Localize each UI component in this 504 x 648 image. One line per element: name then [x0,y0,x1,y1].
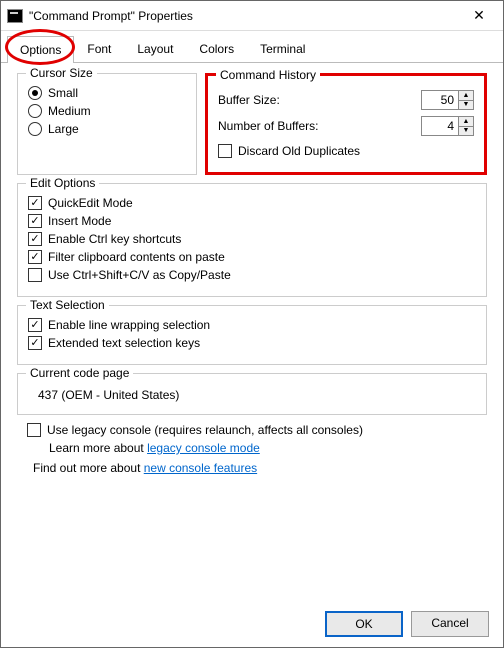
cancel-button[interactable]: Cancel [411,611,489,637]
ctrlshift-checkbox[interactable] [28,268,42,282]
titlebar: "Command Prompt" Properties ✕ [1,1,503,31]
tab-colors[interactable]: Colors [186,35,247,62]
codepage-legend: Current code page [26,366,133,380]
discard-duplicates-label: Discard Old Duplicates [238,144,360,158]
quickedit-label: QuickEdit Mode [48,196,133,210]
findout-link[interactable]: new console features [144,461,257,475]
radio-large-label: Large [48,122,79,136]
edit-options-legend: Edit Options [26,176,99,190]
window-title: "Command Prompt" Properties [29,9,461,23]
num-buffers-spinner[interactable]: ▲ ▼ [421,116,474,136]
num-buffers-input[interactable] [422,117,458,135]
command-history-group: Command History Buffer Size: ▲ ▼ Number … [205,73,487,175]
buffer-size-label: Buffer Size: [218,93,280,107]
edit-options-group: Edit Options ✓QuickEdit Mode ✓Insert Mod… [17,183,487,297]
legacy-block: Use legacy console (requires relaunch, a… [27,423,487,455]
radio-small-label: Small [48,86,78,100]
discard-duplicates-checkbox[interactable] [218,144,232,158]
linewrap-checkbox[interactable]: ✓ [28,318,42,332]
legacy-learn-link[interactable]: legacy console mode [147,441,260,455]
ctrl-checkbox[interactable]: ✓ [28,232,42,246]
tab-options[interactable]: Options [7,36,74,63]
legacy-learn-prefix: Learn more about [49,441,147,455]
radio-medium-label: Medium [48,104,91,118]
filter-checkbox[interactable]: ✓ [28,250,42,264]
ctrl-label: Enable Ctrl key shortcuts [48,232,181,246]
extended-checkbox[interactable]: ✓ [28,336,42,350]
buffer-size-down[interactable]: ▼ [459,101,473,110]
extended-label: Extended text selection keys [48,336,200,350]
quickedit-checkbox[interactable]: ✓ [28,196,42,210]
legacy-checkbox[interactable] [27,423,41,437]
findout-prefix: Find out more about [33,461,144,475]
radio-small[interactable] [28,86,42,100]
buffer-size-input[interactable] [422,91,458,109]
num-buffers-down[interactable]: ▼ [459,127,473,136]
num-buffers-up[interactable]: ▲ [459,117,473,127]
tab-content: Cursor Size Small Medium Large Command H… [1,63,503,481]
cmd-icon [7,9,23,23]
findout-line: Find out more about new console features [33,461,487,475]
tab-layout[interactable]: Layout [124,35,186,62]
legacy-label: Use legacy console (requires relaunch, a… [47,423,363,437]
ctrlshift-label: Use Ctrl+Shift+C/V as Copy/Paste [48,268,231,282]
insert-label: Insert Mode [48,214,111,228]
dialog-buttons: OK Cancel [325,611,489,637]
text-selection-group: Text Selection ✓Enable line wrapping sel… [17,305,487,365]
command-history-legend: Command History [216,68,320,82]
num-buffers-label: Number of Buffers: [218,119,319,133]
close-button[interactable]: ✕ [461,2,497,30]
cursor-size-group: Cursor Size Small Medium Large [17,73,197,175]
ok-button[interactable]: OK [325,611,403,637]
tab-font[interactable]: Font [74,35,124,62]
window: "Command Prompt" Properties ✕ Options Fo… [0,0,504,648]
radio-medium[interactable] [28,104,42,118]
codepage-value: 437 (OEM - United States) [38,388,476,402]
tab-terminal[interactable]: Terminal [247,35,318,62]
buffer-size-up[interactable]: ▲ [459,91,473,101]
cursor-size-legend: Cursor Size [26,66,97,80]
radio-large[interactable] [28,122,42,136]
tab-bar: Options Font Layout Colors Terminal [1,35,503,63]
buffer-size-spinner[interactable]: ▲ ▼ [421,90,474,110]
text-selection-legend: Text Selection [26,298,109,312]
insert-checkbox[interactable]: ✓ [28,214,42,228]
filter-label: Filter clipboard contents on paste [48,250,225,264]
codepage-group: Current code page 437 (OEM - United Stat… [17,373,487,415]
linewrap-label: Enable line wrapping selection [48,318,210,332]
